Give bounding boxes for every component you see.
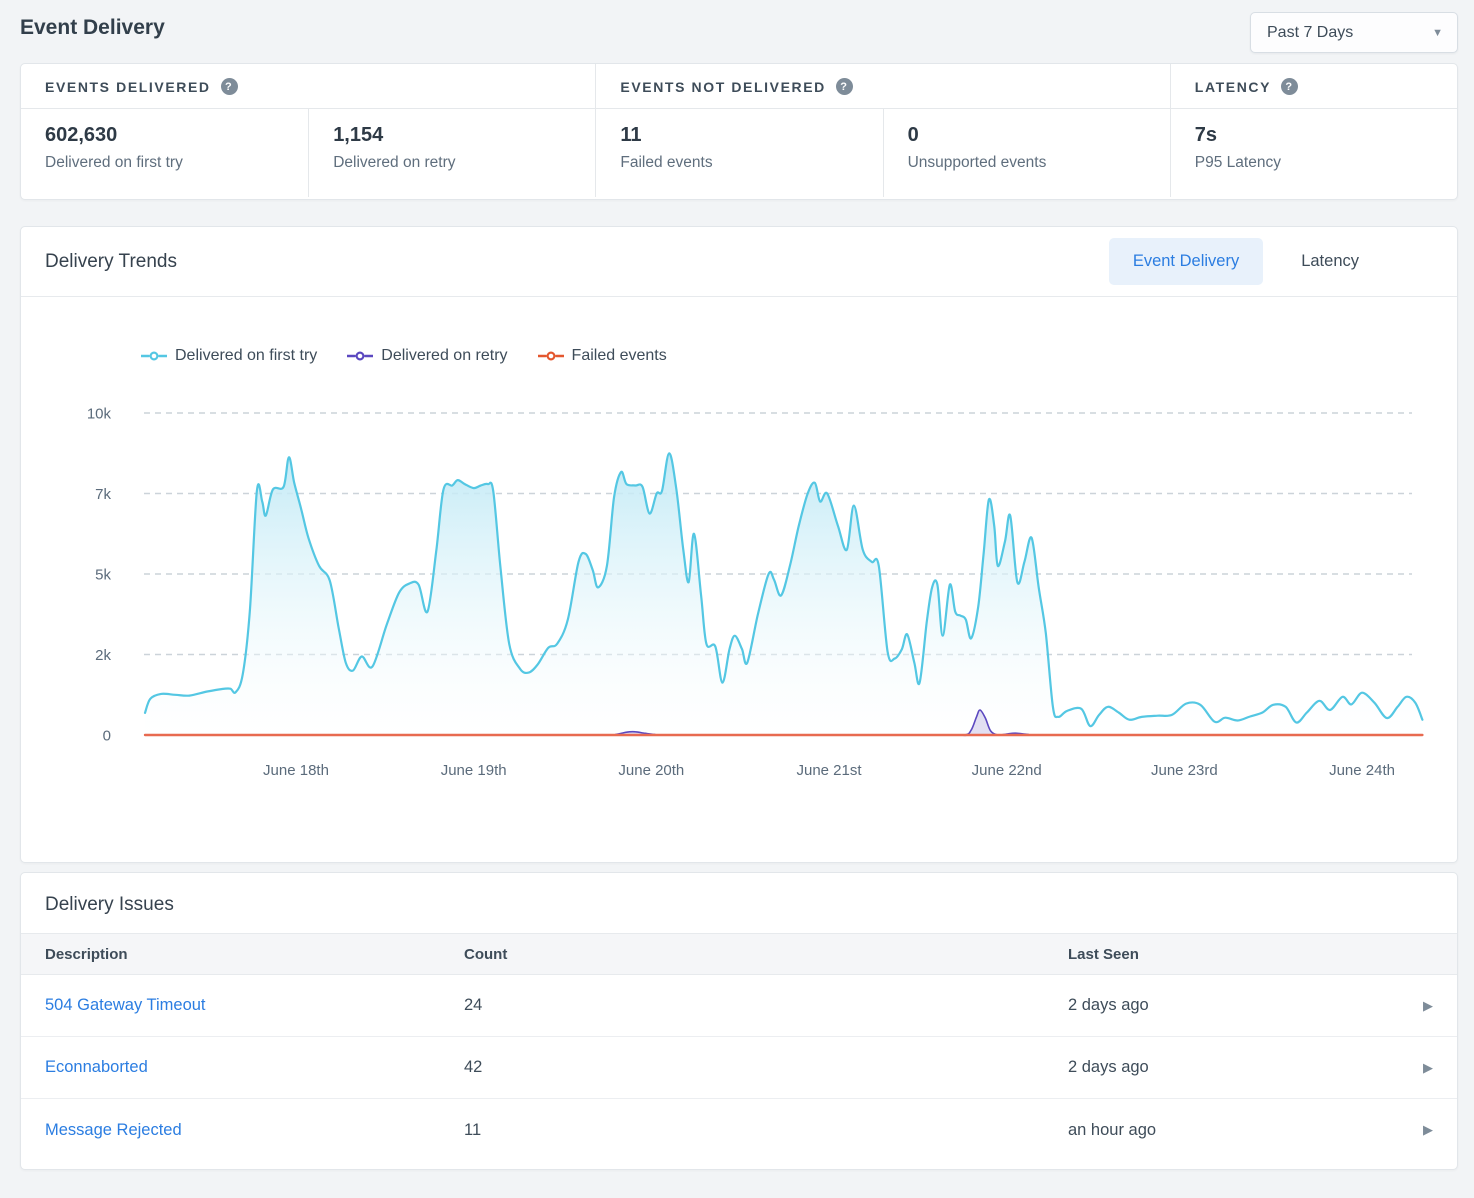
table-row[interactable]: 504 Gateway Timeout 242 days ago ▶ [21,975,1457,1037]
time-range-value: Past 7 Days [1267,24,1353,42]
legend-marker-icon [141,351,167,361]
legend-item[interactable]: Delivered on retry [347,347,507,365]
legend-label: Failed events [572,347,667,365]
issue-description-link[interactable]: Econnaborted [45,1058,148,1076]
issue-last-seen: an hour ago [1068,1121,1385,1140]
stats-heading-events-delivered: EVENTS DELIVERED ? [21,64,595,108]
chart-legend: Delivered on first try Delivered on retry… [141,347,1457,365]
stats-heading-events-not-delivered: EVENTS NOT DELIVERED ? [595,64,1169,108]
x-axis-tick-label: June 18th [263,762,329,779]
top-bar: Event Delivery Past 7 Days ▼ [0,0,1474,63]
issue-last-seen: 2 days ago [1068,996,1385,1015]
stats-heading-latency: LATENCY ? [1170,64,1457,108]
legend-marker-icon [347,351,373,361]
issue-count: 24 [464,996,1068,1015]
y-axis-tick-label: 2k [95,647,111,664]
help-icon[interactable]: ? [221,78,238,95]
trends-chart-svg: 0 2k 5k 7k 10k June 18th June 19th June 20th Jun… [21,383,1457,823]
issue-count: 11 [464,1121,1068,1140]
issues-table-body: 504 Gateway Timeout242 days ago▶Econnabo… [21,975,1457,1161]
y-axis-tick-label: 7k [95,486,111,503]
legend-label: Delivered on retry [381,347,507,365]
trends-header: Delivery Trends Event Delivery Latency [21,227,1457,297]
chevron-down-icon: ▼ [1432,27,1443,39]
y-axis-tick-label: 10k [87,406,112,423]
series-area-delivered-first-try [145,453,1422,735]
x-axis-tick-label: June 23rd [1151,762,1218,779]
event-delivery-dashboard: Event Delivery Past 7 Days ▼ EVENTS DELI… [0,0,1474,1198]
stat-delivered-first-try: 602,630 Delivered on first try [21,109,308,197]
chevron-right-icon[interactable]: ▶ [1423,1060,1433,1076]
stat-p95-latency: 7s P95 Latency [1170,109,1457,197]
legend-label: Delivered on first try [175,347,317,365]
stats-panel: EVENTS DELIVERED ? EVENTS NOT DELIVERED … [20,63,1458,200]
x-axis-tick-label: June 20th [618,762,684,779]
issue-description-link[interactable]: 504 Gateway Timeout [45,996,206,1014]
stat-failed-events: 11 Failed events [595,109,882,197]
table-row[interactable]: Econnaborted 422 days ago ▶ [21,1037,1457,1099]
legend-item[interactable]: Failed events [538,347,667,365]
legend-item[interactable]: Delivered on first try [141,347,317,365]
help-icon[interactable]: ? [836,78,853,95]
delivery-trends-panel: Delivery Trends Event Delivery Latency D… [20,226,1458,863]
column-header-last-seen: Last Seen [1068,946,1385,963]
issue-description-link[interactable]: Message Rejected [45,1121,182,1139]
stat-delivered-retry: 1,154 Delivered on retry [308,109,595,197]
delivery-issues-panel: Delivery Issues Description Count Last S… [20,872,1458,1170]
legend-marker-icon [538,351,564,361]
stats-values: 602,630 Delivered on first try 1,154 Del… [21,109,1457,197]
table-row[interactable]: Message Rejected 11an hour ago ▶ [21,1099,1457,1161]
x-axis-tick-label: June 24th [1329,762,1395,779]
issue-last-seen: 2 days ago [1068,1058,1385,1077]
issues-table-header: Description Count Last Seen [21,933,1457,975]
trends-title: Delivery Trends [45,251,1109,273]
chevron-right-icon[interactable]: ▶ [1423,998,1433,1014]
issues-title: Delivery Issues [21,873,1457,933]
issue-count: 42 [464,1058,1068,1077]
chevron-right-icon[interactable]: ▶ [1423,1122,1433,1138]
x-axis-tick-label: June 22nd [972,762,1042,779]
x-axis-tick-label: June 19th [441,762,507,779]
column-header-description: Description [45,946,464,963]
stat-unsupported-events: 0 Unsupported events [883,109,1170,197]
time-range-select[interactable]: Past 7 Days ▼ [1250,12,1458,53]
x-axis-tick-label: June 21st [796,762,862,779]
trends-chart[interactable]: 0 2k 5k 7k 10k June 18th June 19th June 20th Jun… [21,383,1457,823]
tab-event-delivery[interactable]: Event Delivery [1109,238,1263,285]
y-axis-tick-label: 0 [103,728,111,745]
column-header-count: Count [464,946,1068,963]
page-title: Event Delivery [20,12,165,40]
help-icon[interactable]: ? [1281,78,1298,95]
stats-headings: EVENTS DELIVERED ? EVENTS NOT DELIVERED … [21,64,1457,109]
tab-latency[interactable]: Latency [1277,238,1383,285]
y-axis-tick-label: 5k [95,567,111,584]
